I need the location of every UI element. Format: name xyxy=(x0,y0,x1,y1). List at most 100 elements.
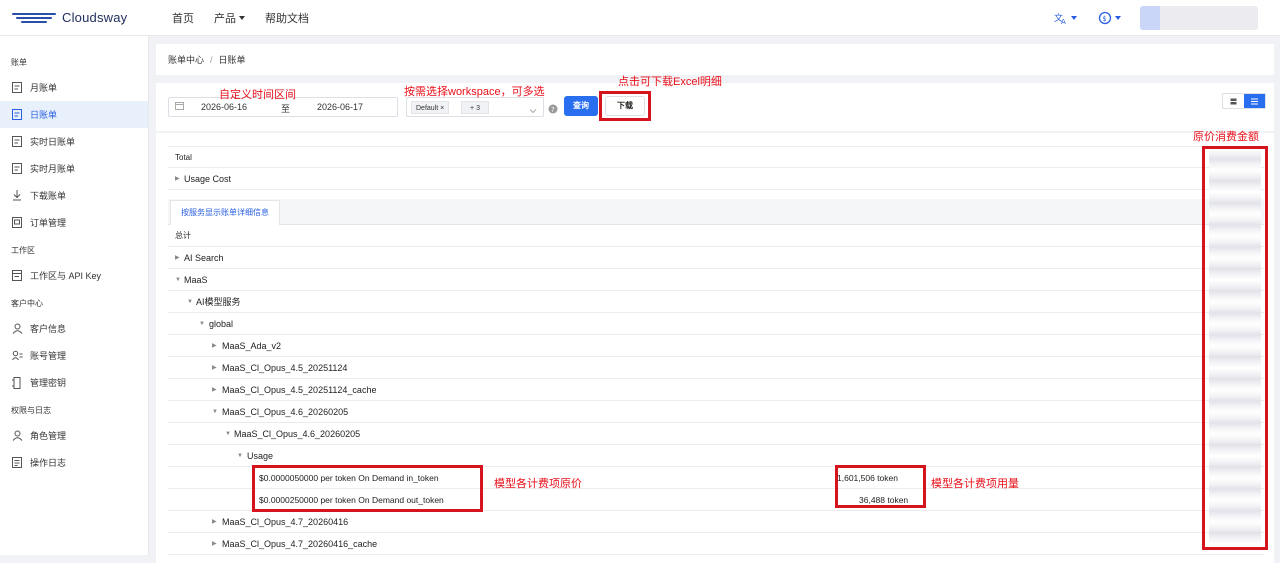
sidebar-group-title: 账单 xyxy=(11,58,27,67)
nav-products-label: 产品 xyxy=(214,13,236,25)
close-icon[interactable]: × xyxy=(440,105,444,112)
user-account-menu[interactable] xyxy=(1140,6,1258,30)
sidebar-item-download-bill[interactable]: 下载账单 xyxy=(0,182,148,209)
table-row[interactable]: ▶ MaaS_Cl_Opus_4.7_20260416 xyxy=(168,511,1264,533)
row-label: MaaS_Cl_Opus_4.6_20260205 xyxy=(234,428,361,439)
sidebar-item-label: 月账单 xyxy=(30,83,58,93)
end-date-input[interactable]: 2026-06-17 xyxy=(317,102,363,112)
sidebar-group-title: 权限与日志 xyxy=(11,406,51,415)
annotation-unit-price: 模型各计费项原价 xyxy=(494,478,582,490)
sidebar-item-customer-info[interactable]: 客户信息 xyxy=(0,315,148,342)
table-row[interactable]: ▼ global xyxy=(168,313,1264,335)
workspace-select[interactable]: Default × + 3 xyxy=(406,97,544,117)
caret-right-icon: ▶ xyxy=(212,541,217,547)
cloudsway-logo-icon xyxy=(12,9,56,25)
table-row[interactable]: ▶ MaaS_Cl_Opus_4.5_20251124_cache xyxy=(168,379,1264,401)
document-icon xyxy=(11,163,23,175)
caret-right-icon: ▶ xyxy=(175,255,180,261)
table-row[interactable]: ▼ MaaS_Cl_Opus_4.6_20260205 xyxy=(168,423,1264,445)
annotation-download: 点击可下载Excel明细 xyxy=(618,76,722,88)
caret-down-icon: ▼ xyxy=(187,298,193,305)
breadcrumb: 账单中心 / 日账单 xyxy=(156,44,1274,75)
workspace-more-tag: + 3 xyxy=(461,101,489,114)
row-label: MaaS_Cl_Opus_4.7_20260416 xyxy=(222,516,349,527)
sidebar: 账单 月账单 日账单 实时日账单 实时月账单 下载账单 订单管理 工作区 工作区… xyxy=(0,36,149,555)
sidebar-item-label: 工作区与 API Key xyxy=(30,271,102,281)
row-label: Usage xyxy=(247,450,274,461)
nav-docs[interactable]: 帮助文档 xyxy=(265,10,309,26)
table-row[interactable]: ▼ MaaS_Cl_Opus_4.6_20260205 xyxy=(168,401,1264,423)
table-row[interactable]: ▼ MaaS xyxy=(168,269,1264,291)
query-button[interactable]: 查询 xyxy=(564,96,598,116)
sidebar-item-realtime-daily-bill[interactable]: 实时日账单 xyxy=(0,128,148,155)
calendar-icon xyxy=(175,101,184,112)
table-row-usage-cost[interactable]: ▶ Usage Cost xyxy=(168,168,1264,190)
sidebar-item-label: 管理密钥 xyxy=(30,378,67,388)
table-row[interactable]: ▶ MaaS_Ada_v2 xyxy=(168,335,1264,357)
sidebar-item-role-management[interactable]: 角色管理 xyxy=(0,422,148,449)
table-row-summary: 总计 xyxy=(168,225,1264,247)
sidebar-item-label: 客户信息 xyxy=(30,324,67,334)
annotation-workspace: 按需选择workspace，可多选 xyxy=(404,86,545,98)
sidebar-item-label: 实时月账单 xyxy=(30,164,76,174)
brand-logo[interactable]: Cloudsway xyxy=(12,9,127,25)
start-date-input[interactable]: 2026-06-16 xyxy=(201,102,247,112)
document-icon xyxy=(11,136,23,148)
sidebar-item-manage-keys[interactable]: 管理密钥 xyxy=(0,369,148,396)
workspace-icon xyxy=(11,270,23,282)
nav-products[interactable]: 产品 xyxy=(214,10,245,26)
row-label: MaaS_Cl_Opus_4.7_20260416_cache xyxy=(222,538,378,549)
table-row-total: Total xyxy=(168,146,1264,168)
top-right-tools: 文A $ xyxy=(1052,6,1258,30)
chevron-down-icon xyxy=(1070,16,1077,20)
table-row[interactable]: ▼ Usage xyxy=(168,445,1264,467)
table-row[interactable]: ▶ AI Search xyxy=(168,247,1264,269)
role-icon xyxy=(11,430,23,442)
caret-down-icon: ▼ xyxy=(199,320,205,327)
usage-cost-label: Usage Cost xyxy=(184,173,232,184)
chevron-down-icon xyxy=(529,102,537,120)
sidebar-item-monthly-bill[interactable]: 月账单 xyxy=(0,74,148,101)
total-label: Total xyxy=(175,152,192,162)
sidebar-item-workspace-api-key[interactable]: 工作区与 API Key xyxy=(0,262,148,289)
card-view-icon[interactable] xyxy=(1223,94,1244,108)
tab-by-service[interactable]: 按服务显示账单详细信息 xyxy=(170,200,280,225)
currency-exchange-icon[interactable]: $ xyxy=(1096,7,1122,29)
sidebar-item-account-management[interactable]: 账号管理 xyxy=(0,342,148,369)
sidebar-item-label: 下载账单 xyxy=(30,191,67,201)
translate-icon[interactable]: 文A xyxy=(1052,7,1078,29)
nav-home[interactable]: 首页 xyxy=(172,10,194,26)
sidebar-item-realtime-monthly-bill[interactable]: 实时月账单 xyxy=(0,155,148,182)
key-icon xyxy=(11,376,23,389)
table-row[interactable]: ▼ AI模型服务 xyxy=(168,291,1264,313)
annotation-time-range: 自定义时间区间 xyxy=(219,89,296,101)
sidebar-group-title: 客户中心 xyxy=(11,299,43,308)
log-icon xyxy=(11,457,23,469)
help-icon[interactable]: ? xyxy=(548,101,558,119)
caret-right-icon: ▶ xyxy=(212,387,217,393)
caret-right-icon: ▶ xyxy=(212,519,217,525)
summary-label: 总计 xyxy=(175,231,191,240)
table-row[interactable]: ▶ MaaS_Cl_Opus_4.5_20251124 xyxy=(168,357,1264,379)
annotation-usage-qty: 模型各计费项用量 xyxy=(931,478,1019,490)
caret-right-icon: ▶ xyxy=(212,365,217,371)
annotation-original-amount: 原价消费金额 xyxy=(1193,131,1259,143)
caret-down-icon: ▼ xyxy=(212,408,218,415)
list-view-icon[interactable] xyxy=(1244,94,1265,108)
sidebar-item-daily-bill[interactable]: 日账单 xyxy=(0,101,148,128)
highlight-usage-qty xyxy=(835,465,926,508)
row-label: MaaS_Cl_Opus_4.5_20251124_cache xyxy=(222,384,377,395)
breadcrumb-parent[interactable]: 账单中心 xyxy=(168,53,204,66)
table-row[interactable]: ▶ MaaS_Cl_Opus_4.7_20260416_cache xyxy=(168,533,1264,555)
view-toggle xyxy=(1222,93,1266,109)
sidebar-item-order-management[interactable]: 订单管理 xyxy=(0,209,148,236)
highlight-unit-price xyxy=(252,465,483,512)
sidebar-item-label: 账号管理 xyxy=(30,351,67,361)
sidebar-item-label: 操作日志 xyxy=(30,458,67,468)
chevron-down-icon xyxy=(1114,16,1121,20)
breadcrumb-separator: / xyxy=(210,54,213,65)
sidebar-item-operation-log[interactable]: 操作日志 xyxy=(0,449,148,476)
top-navbar: Cloudsway 首页 产品 帮助文档 文A $ xyxy=(0,0,1280,36)
caret-down-icon: ▼ xyxy=(175,276,181,283)
brand-name: Cloudsway xyxy=(62,9,128,25)
